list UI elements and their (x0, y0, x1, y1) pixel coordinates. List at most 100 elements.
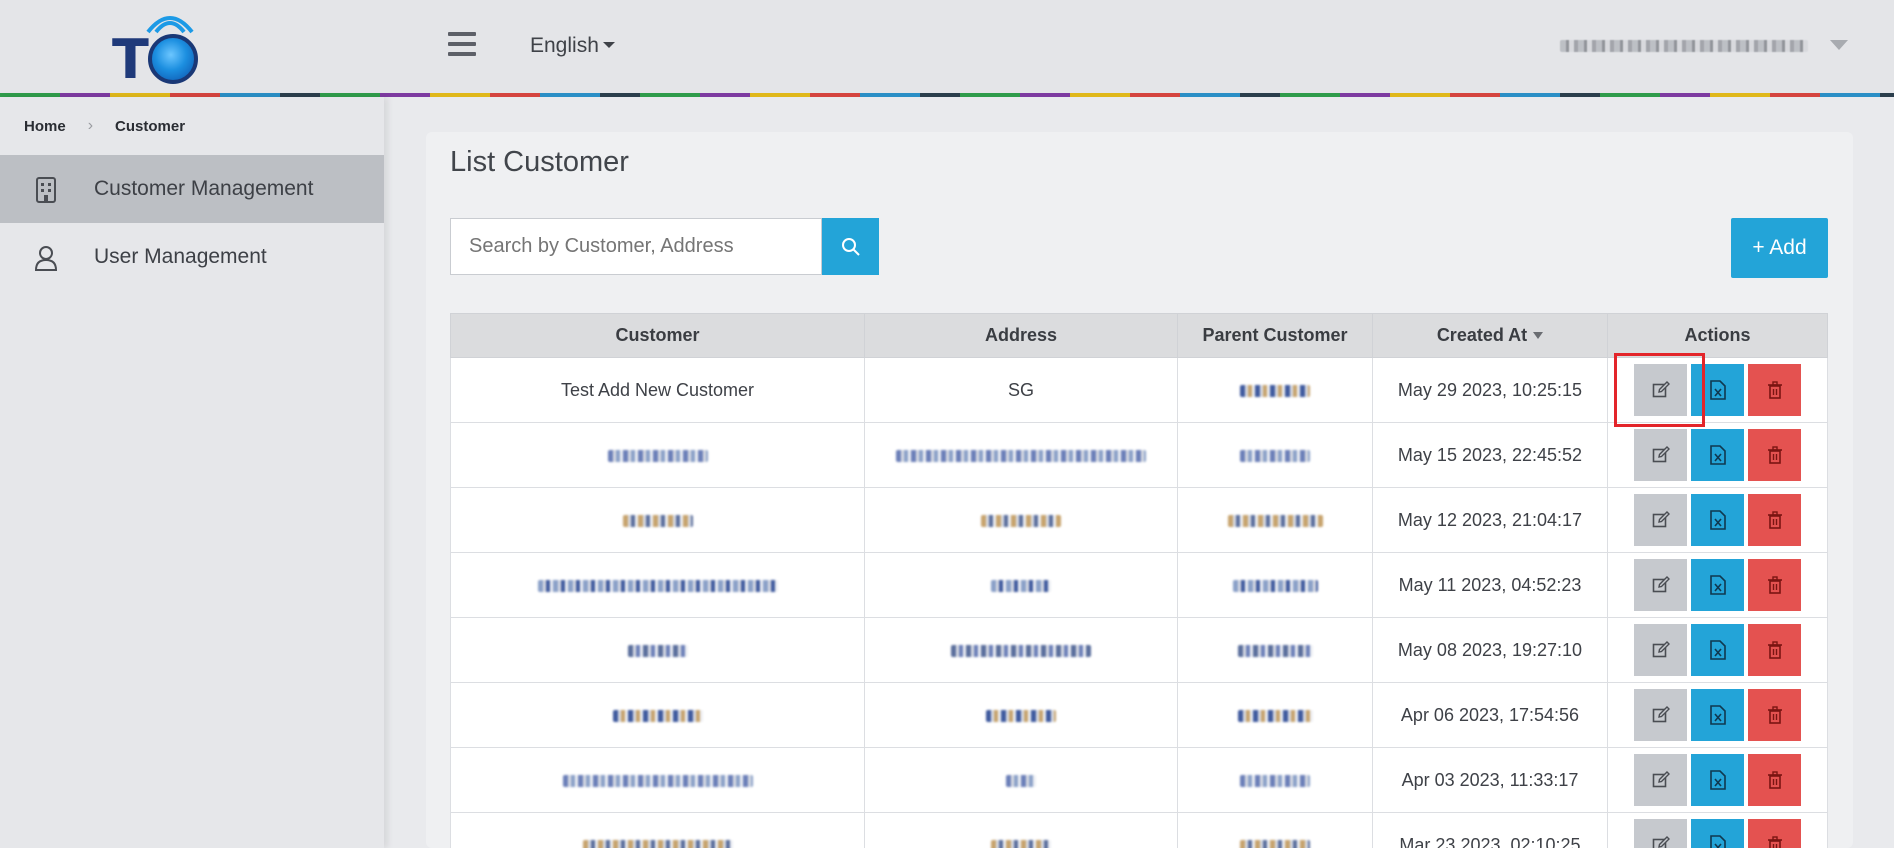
delete-button[interactable] (1748, 819, 1801, 848)
cell-customer (450, 422, 865, 488)
cell-created-at-text: May 12 2023, 21:04:17 (1397, 509, 1583, 530)
trash-icon (1767, 576, 1782, 594)
cell-actions (1607, 552, 1828, 618)
toffs-logo[interactable]: TFFS (112, 10, 272, 154)
sidebar-item-customer-management[interactable]: Customer Management (0, 155, 384, 223)
delete-button[interactable] (1748, 494, 1801, 546)
edit-button[interactable] (1634, 624, 1687, 676)
edit-button[interactable] (1634, 429, 1687, 481)
cell-customer (450, 747, 865, 813)
cell-address (864, 747, 1178, 813)
trash-icon (1767, 381, 1782, 399)
edit-icon (1652, 771, 1670, 788)
cell-parent-customer (1177, 487, 1373, 553)
search-input[interactable] (450, 218, 822, 275)
column-header-created-at-label: Created At (1436, 325, 1528, 345)
redacted-text (612, 709, 703, 722)
trash-icon (1767, 836, 1782, 848)
cell-parent-customer (1177, 747, 1373, 813)
export-excel-button[interactable] (1691, 754, 1744, 806)
edit-button[interactable] (1634, 559, 1687, 611)
delete-button[interactable] (1748, 559, 1801, 611)
export-excel-button[interactable] (1691, 624, 1744, 676)
excel-file-icon (1709, 835, 1726, 848)
sort-desc-icon[interactable] (1533, 332, 1544, 339)
user-name-redacted[interactable] (1560, 40, 1808, 52)
table-row: Mar 23 2023, 02:10:25 (450, 812, 1828, 848)
export-excel-button[interactable] (1691, 429, 1744, 481)
language-label: English (530, 34, 599, 57)
export-excel-button[interactable] (1691, 819, 1744, 848)
cell-actions (1607, 747, 1828, 813)
edit-icon (1652, 641, 1670, 658)
edit-button[interactable] (1634, 494, 1687, 546)
cell-parent-customer (1177, 812, 1373, 848)
redacted-text (1237, 709, 1313, 722)
cell-created-at: May 08 2023, 19:27:10 (1372, 617, 1608, 683)
delete-button[interactable] (1748, 624, 1801, 676)
cell-address-text: SG (1007, 379, 1034, 400)
breadcrumb: Home › Customer (24, 117, 185, 135)
edit-button[interactable] (1634, 689, 1687, 741)
cell-created-at: May 11 2023, 04:52:23 (1372, 552, 1608, 618)
export-excel-button[interactable] (1691, 559, 1744, 611)
redacted-text (582, 839, 733, 848)
table-row: May 12 2023, 21:04:17 (450, 487, 1828, 553)
redacted-text (981, 514, 1061, 527)
excel-file-icon (1709, 640, 1726, 660)
cell-customer (450, 617, 865, 683)
search-button[interactable] (822, 218, 879, 275)
cell-actions (1607, 422, 1828, 488)
delete-button[interactable] (1748, 754, 1801, 806)
cell-parent-customer (1177, 357, 1373, 423)
add-customer-button[interactable]: + Add (1731, 218, 1828, 278)
cell-customer (450, 487, 865, 553)
redacted-text (1240, 449, 1310, 462)
redacted-text (991, 579, 1051, 592)
user-menu-caret-icon[interactable] (1830, 40, 1848, 50)
language-dropdown[interactable]: English (530, 34, 615, 58)
breadcrumb-separator-icon: › (87, 117, 94, 134)
sidebar-item-label: User Management (94, 245, 267, 268)
export-excel-button[interactable] (1691, 494, 1744, 546)
delete-button[interactable] (1748, 364, 1801, 416)
delete-button[interactable] (1748, 689, 1801, 741)
trash-icon (1767, 511, 1782, 529)
column-header-address[interactable]: Address (864, 313, 1178, 358)
edit-button[interactable] (1634, 819, 1687, 848)
cell-parent-customer (1177, 552, 1373, 618)
excel-file-icon (1709, 445, 1726, 465)
column-header-customer[interactable]: Customer (450, 313, 865, 358)
export-excel-button[interactable] (1691, 689, 1744, 741)
redacted-text (991, 839, 1051, 848)
trash-icon (1767, 706, 1782, 724)
menu-toggle-icon[interactable] (448, 32, 476, 56)
export-excel-button[interactable] (1691, 364, 1744, 416)
top-header: TFFS English (0, 0, 1894, 154)
column-header-created-at[interactable]: Created At (1372, 313, 1608, 358)
sidebar-item-user-management[interactable]: User Management (0, 223, 384, 291)
edit-button[interactable] (1634, 754, 1687, 806)
cell-customer (450, 682, 865, 748)
excel-file-icon (1709, 705, 1726, 725)
excel-file-icon (1709, 380, 1726, 400)
redacted-text (896, 449, 1146, 462)
cell-created-at-text: May 11 2023, 04:52:23 (1398, 574, 1582, 595)
cell-created-at: Apr 03 2023, 11:33:17 (1372, 747, 1608, 813)
edit-icon (1652, 706, 1670, 723)
cell-address: SG (864, 357, 1178, 423)
column-header-parent-customer[interactable]: Parent Customer (1177, 313, 1373, 358)
table-row: May 15 2023, 22:45:52 (450, 422, 1828, 488)
cell-created-at-text: Apr 06 2023, 17:54:56 (1400, 704, 1580, 725)
customer-table: Customer Address Parent Customer Created… (450, 313, 1828, 848)
redacted-text (1240, 774, 1310, 787)
cell-address (864, 812, 1178, 848)
cell-address (864, 682, 1178, 748)
cell-address (864, 552, 1178, 618)
cell-customer: Test Add New Customer (450, 357, 865, 423)
cell-parent-customer (1177, 682, 1373, 748)
delete-button[interactable] (1748, 429, 1801, 481)
redacted-text (1232, 579, 1318, 592)
breadcrumb-home[interactable]: Home (24, 118, 66, 135)
edit-button[interactable] (1634, 364, 1687, 416)
